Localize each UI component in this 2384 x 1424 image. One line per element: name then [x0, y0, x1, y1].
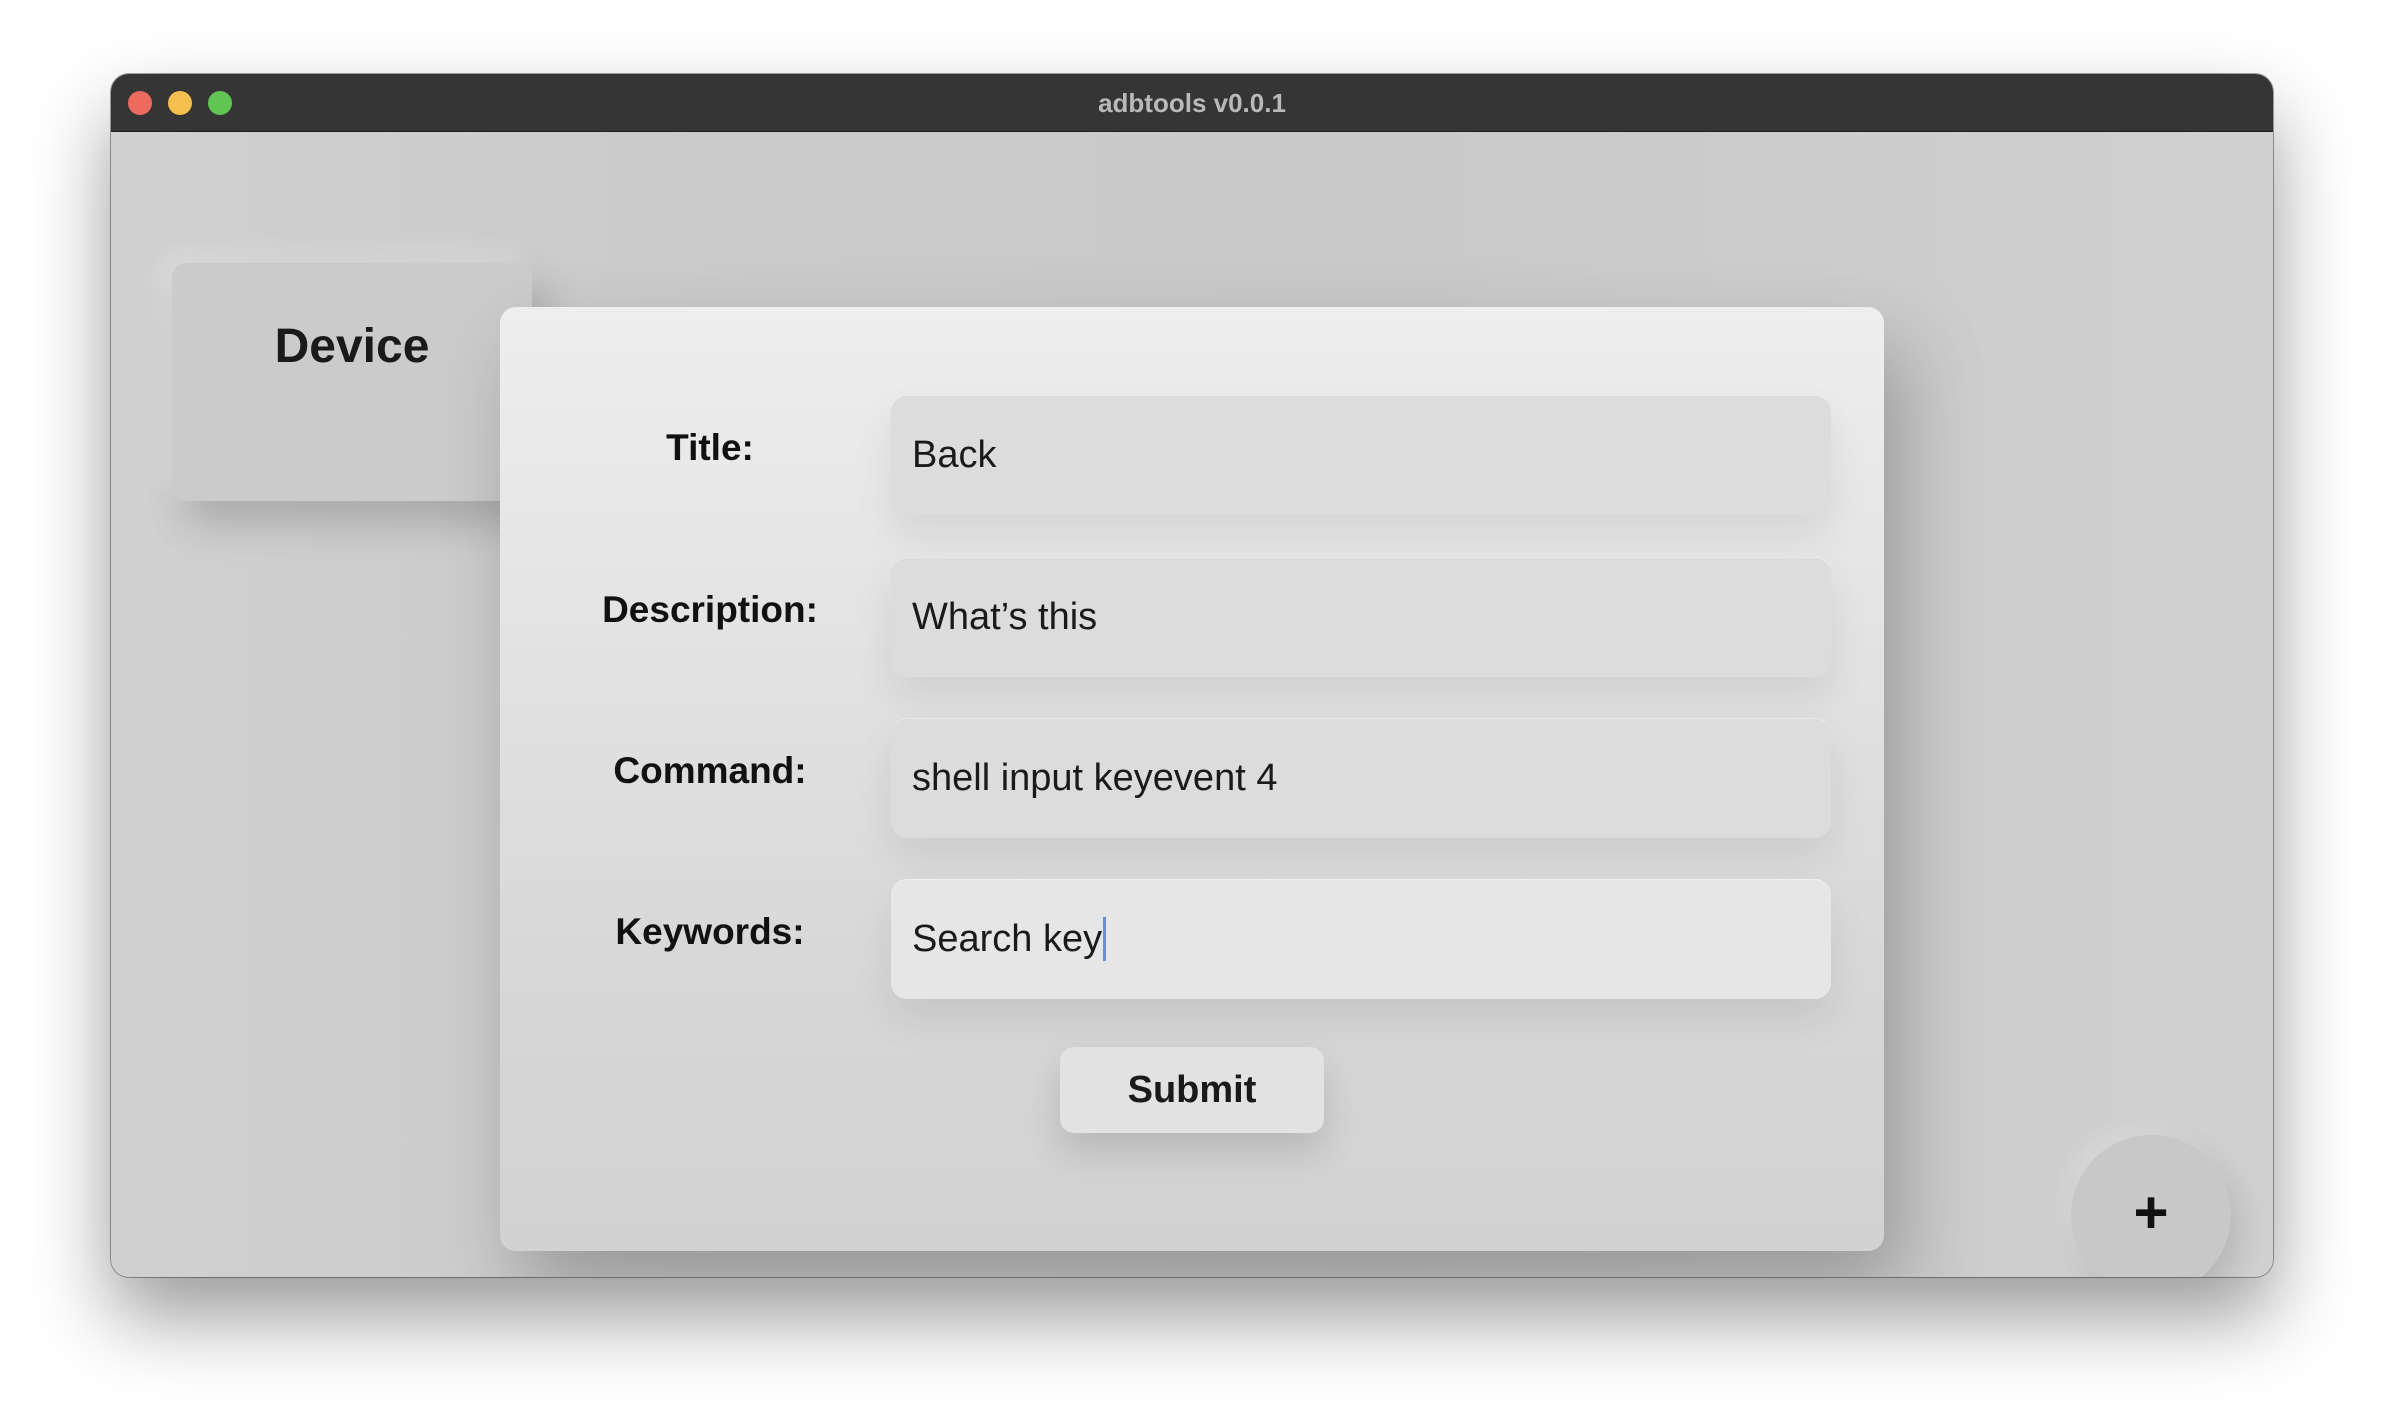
title-input[interactable]: Back — [891, 395, 1831, 515]
title-label: Title: — [666, 427, 754, 468]
description-label: Description: — [602, 589, 818, 630]
device-label: Device — [274, 320, 430, 373]
plus-icon: + — [2133, 1179, 2169, 1246]
add-command-dialog: Title: Back Description: What’s this Com… — [500, 307, 1884, 1251]
text-caret — [1103, 916, 1107, 961]
command-label: Command: — [613, 750, 807, 791]
command-input[interactable]: shell input keyevent 4 — [891, 718, 1831, 838]
add-button[interactable]: + — [2071, 1135, 2231, 1277]
description-input[interactable]: What’s this — [891, 557, 1831, 677]
title-input-value: Back — [912, 434, 997, 476]
window-title: adbtools v0.0.1 — [1098, 88, 1286, 118]
title-bar: adbtools v0.0.1 — [111, 74, 2273, 132]
keywords-input-value: Search key — [912, 918, 1103, 960]
description-input-value: What’s this — [912, 596, 1098, 638]
device-card[interactable]: Device — [172, 263, 532, 501]
submit-button[interactable]: Submit — [1060, 1047, 1324, 1133]
app-window: adbtools v0.0.1 Device Title: Back Descr… — [111, 74, 2273, 1277]
keywords-input[interactable]: Search key — [891, 879, 1831, 999]
command-input-value: shell input keyevent 4 — [912, 757, 1278, 799]
keywords-label: Keywords: — [615, 911, 805, 952]
main-content: Device Title: Back Description: What’s t… — [111, 132, 2273, 1277]
